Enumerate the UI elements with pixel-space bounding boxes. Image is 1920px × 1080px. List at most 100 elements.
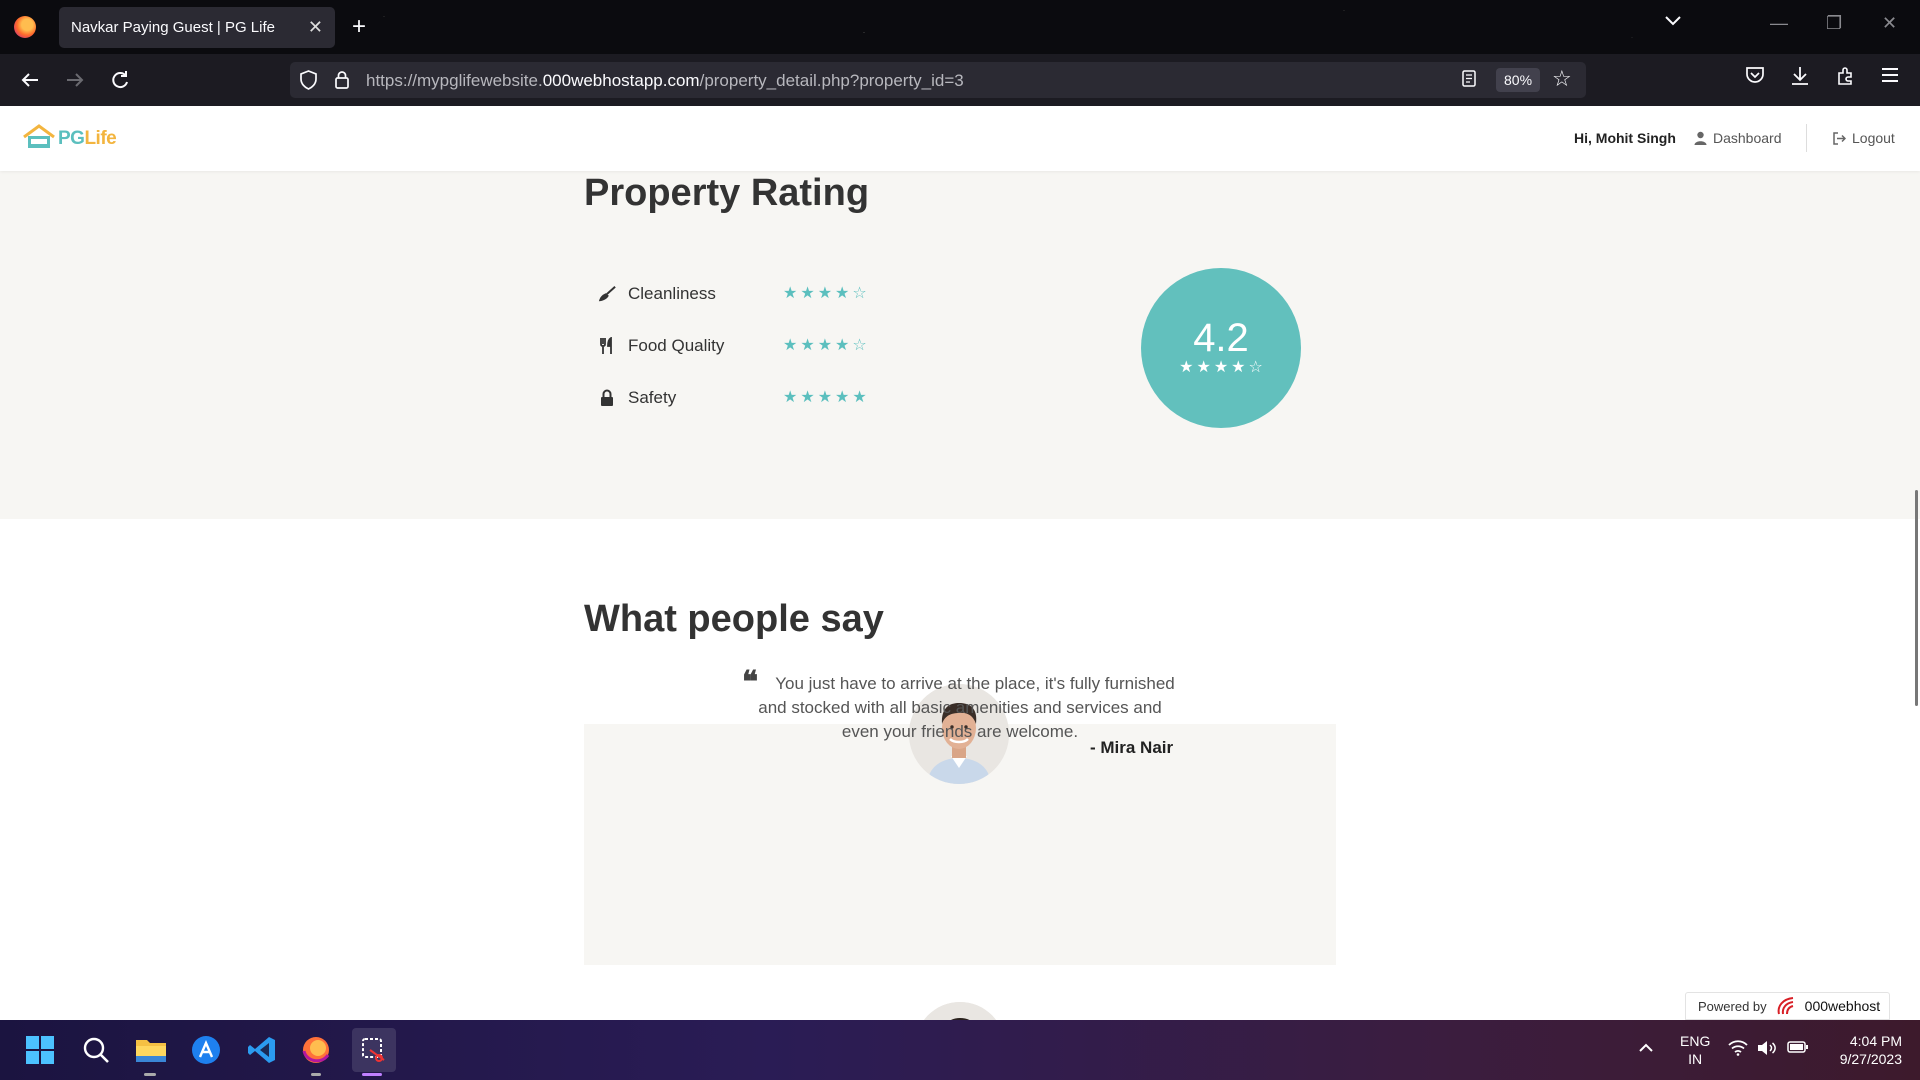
page-viewport: PGLife Hi, Mohit Singh Dashboard Logout … bbox=[0, 106, 1920, 1020]
pocket-icon[interactable] bbox=[1741, 66, 1769, 90]
star-filled-icon: ★ bbox=[1231, 359, 1246, 376]
url-text[interactable]: https://mypglifewebsite.000webhostapp.co… bbox=[366, 71, 964, 91]
taskbar-running-indicator bbox=[311, 1073, 321, 1076]
firefox-icon[interactable] bbox=[300, 1034, 332, 1066]
rating-label: Safety bbox=[628, 388, 677, 407]
volume-icon[interactable] bbox=[1757, 1040, 1777, 1059]
rating-label: Food Quality bbox=[628, 336, 725, 355]
star-rating: ★ ★ ★ ★ ☆ bbox=[783, 286, 867, 302]
reader-view-icon[interactable] bbox=[1462, 70, 1476, 92]
star-filled-icon: ★ bbox=[835, 389, 850, 406]
bookmark-star-icon[interactable]: ☆ bbox=[1552, 66, 1572, 92]
browser-titlebar: Navkar Paying Guest | PG Life ✕ + — ❐ ✕ bbox=[0, 0, 1920, 54]
lock-icon bbox=[598, 389, 616, 407]
logout-link[interactable]: Logout bbox=[1832, 130, 1895, 146]
brand-label: 000webhost bbox=[1804, 998, 1881, 1014]
windows-taskbar: ENG IN 4:04 PM 9/27/2023 bbox=[0, 1020, 1920, 1080]
star-rating: ★ ★ ★ ★ ☆ bbox=[783, 338, 867, 354]
file-explorer-icon[interactable] bbox=[135, 1034, 167, 1066]
pg-life-logo[interactable]: PGLife bbox=[22, 124, 117, 150]
utensils-icon bbox=[598, 337, 616, 355]
search-icon[interactable] bbox=[80, 1034, 112, 1066]
user-greeting: Hi, Mohit Singh bbox=[1574, 130, 1676, 146]
overall-rating-score: 4.2 bbox=[1193, 316, 1249, 360]
house-logo-icon bbox=[23, 124, 55, 148]
menu-hamburger-icon[interactable] bbox=[1876, 66, 1904, 89]
tracking-protection-shield-icon[interactable] bbox=[300, 70, 317, 90]
overall-star-rating: ★ ★ ★ ★ ☆ bbox=[1179, 360, 1263, 376]
logo-text-life: Life bbox=[84, 128, 117, 149]
restore-window-icon[interactable]: ❐ bbox=[1826, 13, 1842, 34]
testimonial-author: - Mira Nair bbox=[1090, 738, 1174, 757]
star-filled-icon: ★ bbox=[1179, 359, 1194, 376]
tab-close-icon[interactable]: ✕ bbox=[308, 17, 323, 38]
star-empty-icon: ☆ bbox=[852, 285, 867, 302]
taskbar-active-indicator bbox=[362, 1073, 382, 1076]
language-code: ENG bbox=[1680, 1033, 1711, 1049]
star-filled-icon: ★ bbox=[1213, 359, 1229, 376]
star-filled-icon: ★ bbox=[817, 337, 833, 354]
windows-start-icon[interactable] bbox=[24, 1034, 56, 1066]
app-store-icon[interactable] bbox=[190, 1034, 222, 1066]
dashboard-label: Dashboard bbox=[1713, 130, 1782, 146]
wifi-icon[interactable] bbox=[1728, 1040, 1748, 1059]
new-tab-button[interactable]: + bbox=[352, 12, 366, 42]
rating-row-food-quality: Food Quality ★ ★ ★ ★ ☆ bbox=[598, 336, 867, 356]
broom-icon bbox=[598, 285, 616, 303]
clock[interactable]: 4:04 PM 9/27/2023 bbox=[1832, 1032, 1902, 1068]
star-filled-icon: ★ bbox=[817, 285, 833, 302]
language-indicator[interactable]: ENG IN bbox=[1680, 1032, 1710, 1068]
zoom-level-button[interactable]: 80% bbox=[1496, 68, 1541, 92]
star-filled-icon: ★ bbox=[835, 285, 850, 302]
star-filled-icon: ★ bbox=[800, 389, 815, 406]
back-icon[interactable] bbox=[16, 66, 44, 94]
000webhost-logo-icon bbox=[1777, 997, 1793, 1015]
downloads-icon[interactable] bbox=[1786, 66, 1814, 92]
dashboard-link[interactable]: Dashboard bbox=[1694, 130, 1782, 146]
overall-rating-circle: 4.2 ★ ★ ★ ★ ☆ bbox=[1141, 268, 1301, 428]
tab-title: Navkar Paying Guest | PG Life bbox=[71, 19, 275, 36]
firefox-logo-icon bbox=[14, 16, 36, 38]
clock-date: 9/27/2023 bbox=[1839, 1051, 1902, 1067]
page-scrollbar-thumb[interactable] bbox=[1915, 490, 1918, 706]
testimonials-title: What people say bbox=[584, 598, 884, 640]
logout-label: Logout bbox=[1852, 130, 1895, 146]
browser-navbar: https://mypglifewebsite.000webhostapp.co… bbox=[0, 54, 1920, 106]
tab-active[interactable]: Navkar Paying Guest | PG Life ✕ bbox=[59, 7, 335, 48]
site-header: PGLife Hi, Mohit Singh Dashboard Logout bbox=[0, 106, 1920, 171]
region-code: IN bbox=[1688, 1051, 1703, 1067]
testimonial-quote: You just have to arrive at the place, it… bbox=[758, 674, 1175, 741]
list-all-tabs-icon[interactable] bbox=[1664, 14, 1682, 32]
powered-by-000webhost-badge[interactable]: Powered by 000webhost bbox=[1685, 992, 1890, 1020]
star-filled-icon: ★ bbox=[817, 389, 833, 406]
url-bar[interactable]: https://mypglifewebsite.000webhostapp.co… bbox=[290, 62, 1586, 98]
star-filled-icon: ★ bbox=[835, 337, 850, 354]
snipping-tool-icon[interactable] bbox=[352, 1028, 396, 1072]
logo-text-pg: PG bbox=[58, 128, 85, 149]
minimize-window-icon[interactable]: — bbox=[1770, 13, 1788, 34]
forward-icon[interactable] bbox=[61, 66, 89, 94]
star-filled-icon: ★ bbox=[852, 389, 867, 406]
battery-icon[interactable] bbox=[1787, 1040, 1809, 1057]
avatar bbox=[915, 1002, 1005, 1020]
star-filled-icon: ★ bbox=[1196, 359, 1211, 376]
star-filled-icon: ★ bbox=[783, 337, 798, 354]
star-filled-icon: ★ bbox=[783, 389, 798, 406]
reload-icon[interactable] bbox=[106, 66, 134, 94]
clock-time: 4:04 PM bbox=[1849, 1033, 1902, 1049]
header-divider bbox=[1806, 124, 1807, 152]
rating-label: Cleanliness bbox=[628, 284, 716, 303]
close-window-icon[interactable]: ✕ bbox=[1882, 13, 1897, 34]
powered-by-label: Powered by bbox=[1698, 998, 1767, 1014]
star-filled-icon: ★ bbox=[800, 337, 815, 354]
property-rating-title: Property Rating bbox=[584, 172, 870, 214]
vscode-icon[interactable] bbox=[246, 1034, 278, 1066]
rating-row-safety: Safety ★ ★ ★ ★ ★ bbox=[598, 388, 867, 408]
star-rating: ★ ★ ★ ★ ★ bbox=[783, 390, 867, 406]
star-empty-icon: ☆ bbox=[852, 337, 867, 354]
user-icon bbox=[1694, 131, 1707, 145]
star-empty-icon: ☆ bbox=[1248, 359, 1263, 376]
extensions-icon[interactable] bbox=[1832, 66, 1860, 92]
show-hidden-icons-chevron-icon[interactable] bbox=[1638, 1040, 1654, 1056]
lock-icon[interactable] bbox=[334, 70, 350, 90]
